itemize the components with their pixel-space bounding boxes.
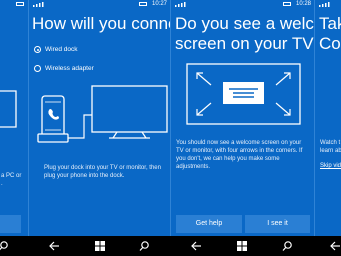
search-icon[interactable]	[282, 240, 294, 252]
left-caption-line2: .	[1, 181, 3, 187]
skip-video-link[interactable]: Skip vid	[320, 162, 341, 170]
windows-start-icon[interactable]	[236, 240, 248, 252]
battery-icon	[283, 2, 291, 6]
i-see-it-button[interactable]: I see it	[245, 215, 310, 233]
status-time: 10:27	[151, 1, 167, 7]
signal-icon	[319, 2, 330, 7]
right-partial-panel: Take Con Watch t learn ab Skip vid	[315, 0, 341, 236]
status-bar	[315, 0, 341, 9]
battery-icon	[139, 2, 147, 6]
signal-icon	[175, 2, 186, 7]
page-title-line1: Do you see a welcome	[175, 14, 314, 33]
radio-selected-icon	[34, 46, 41, 53]
radio-wireless-adapter[interactable]: Wireless adapter	[34, 64, 154, 74]
status-time: 10:28	[295, 1, 311, 7]
back-arrow-icon[interactable]	[329, 240, 341, 252]
radio-wired-dock[interactable]: Wired dock	[34, 45, 154, 55]
radio-label: Wireless adapter	[45, 65, 94, 72]
left-partial-button[interactable]	[0, 215, 21, 233]
status-bar	[0, 0, 28, 9]
connect-panel: 10:27 How will you connect? Wired dock W…	[29, 0, 170, 236]
search-icon[interactable]	[139, 240, 151, 252]
back-arrow-icon[interactable]	[48, 240, 60, 252]
page-title-line2: Con	[319, 34, 341, 53]
welcome-panel: 10:28 Do you see a welcome screen on you…	[171, 0, 314, 236]
navigation-bar	[0, 236, 341, 256]
page-title-line2: screen on your TV?	[175, 34, 314, 53]
page-title: How will you connect?	[32, 14, 170, 33]
left-caption-line1: a PC or	[1, 173, 22, 179]
right-caption: Watch t	[320, 140, 341, 146]
monitor-illustration-partial	[0, 90, 17, 128]
radio-label: Wired dock	[45, 46, 78, 53]
left-partial-panel: a PC or .	[0, 0, 28, 236]
search-icon[interactable]	[0, 240, 10, 252]
battery-icon	[16, 2, 24, 6]
windows-start-icon[interactable]	[94, 240, 106, 252]
connect-caption: Plug your dock into your TV or monitor, …	[44, 165, 161, 179]
welcome-caption: You should now see a welcome screen on y…	[176, 140, 303, 170]
signal-icon	[33, 2, 44, 7]
status-bar: 10:27	[29, 0, 170, 9]
welcome-screen-illustration	[186, 63, 301, 125]
phone-dock-tv-illustration	[37, 85, 168, 143]
radio-unselected-icon	[34, 65, 41, 72]
get-help-button[interactable]: Get help	[176, 215, 242, 233]
right-caption-line2: learn ab	[320, 148, 341, 154]
back-arrow-icon[interactable]	[190, 240, 202, 252]
status-bar: 10:28	[171, 0, 314, 9]
page-title-line1: Take	[319, 14, 341, 33]
